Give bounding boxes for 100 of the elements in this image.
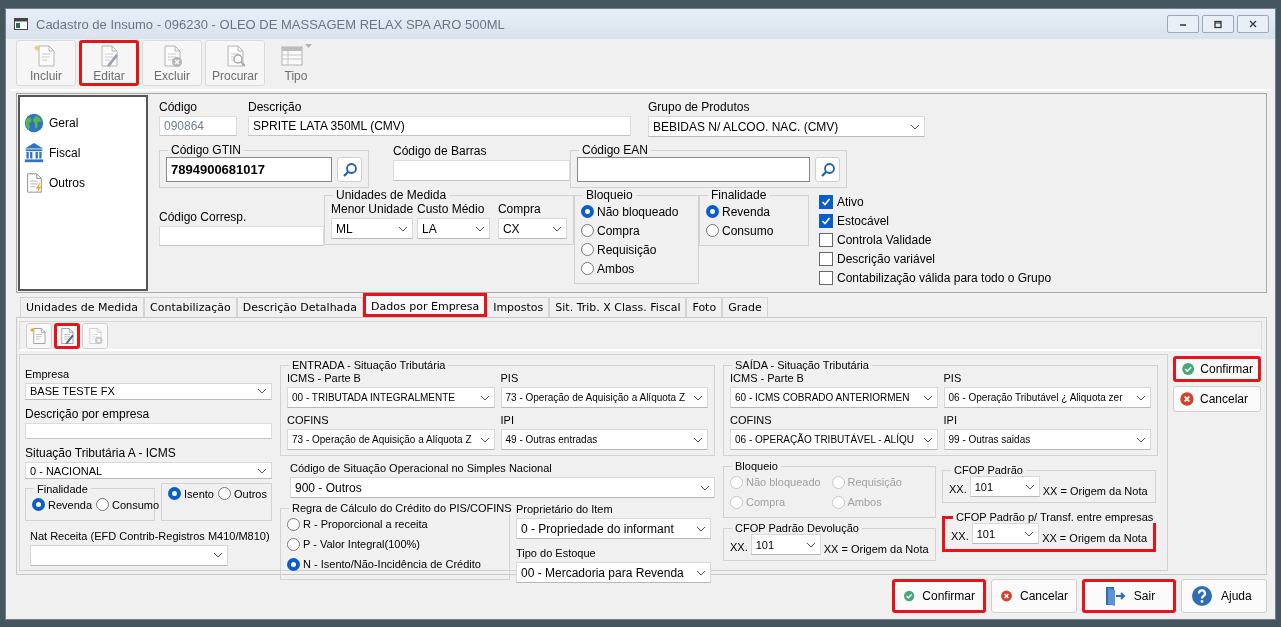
button[interactable]: Cancelar — [991, 579, 1077, 613]
checkbox[interactable]: Contabilização válida para todo o Grupo — [819, 268, 1052, 287]
dropdown[interactable]: 49 - Outras entradas — [500, 429, 708, 450]
checkmark-icon — [821, 215, 831, 226]
dropdown[interactable]: 101 — [971, 523, 1040, 544]
field-label: Proprietário do Item — [516, 502, 614, 516]
chevron-down-icon — [1024, 530, 1035, 537]
dropdown[interactable]: BEBIDAS N/ ALCOO. NAC. (CMV) — [648, 116, 925, 137]
dropdown[interactable]: 73 - Operação de Aquisição a Alíquota Z — [287, 429, 495, 450]
field-label: Nat Receita (EFD Contrib-Registros M410/M810) — [30, 529, 271, 543]
dropdown[interactable]: 06 - OPERAÇÃO TRIBUTÁVEL - ALÍQU — [730, 429, 938, 450]
tab[interactable]: Sit. Trib. X Class. Fiscal — [549, 297, 687, 317]
radio-button[interactable]: Consumo — [96, 495, 160, 515]
search-icon — [819, 161, 836, 178]
radio-button[interactable]: R - Proporcional a receita — [287, 514, 503, 534]
nav-item[interactable]: Outros — [23, 171, 143, 195]
dropdown[interactable]: 06 - Operação Tributável ¿ Aliquota zer — [943, 387, 1151, 408]
group-title: Código GTIN — [170, 143, 243, 157]
group-title: Finalidade — [710, 188, 768, 202]
radio-button[interactable]: Não bloqueado — [581, 202, 692, 221]
group-title: Bloqueio — [585, 188, 634, 202]
checkbox[interactable]: Ativo — [819, 192, 1052, 211]
note-label: XX = Origem da Nota — [823, 543, 929, 555]
search-button[interactable] — [337, 157, 362, 182]
radio-button[interactable]: P - Valor Integral(100%) — [287, 534, 503, 554]
search-button[interactable] — [815, 157, 840, 182]
dropdown[interactable]: 60 - ICMS COBRADO ANTERIORMEN — [730, 387, 938, 408]
close-icon — [1247, 19, 1259, 29]
search-icon — [341, 161, 358, 178]
field-label: PIS — [500, 371, 520, 385]
tab[interactable]: Dados por Empresa — [363, 293, 488, 317]
dropdown[interactable]: 00 - TRIBUTADA INTEGRALMENTE — [287, 387, 495, 408]
dropdown[interactable]: 73 - Operação de Aquisição a Alíquota Z — [500, 387, 708, 408]
radio-button[interactable]: Isento — [168, 484, 214, 504]
checkbox[interactable]: Estocável — [819, 211, 1052, 230]
dropdown[interactable]: ML — [331, 218, 413, 239]
checkbox[interactable]: Controla Validade — [819, 230, 1052, 249]
radio-button[interactable]: Ambos — [581, 259, 692, 278]
caret-icon — [305, 43, 312, 48]
radio-button[interactable]: Compra — [581, 221, 692, 240]
dropdown[interactable]: 0 - Propriedade do informant — [516, 518, 711, 539]
dropdown[interactable]: 101 — [969, 476, 1040, 497]
chevron-down-icon — [213, 552, 223, 559]
chevron-down-icon — [693, 436, 703, 443]
tab[interactable]: Grade — [722, 297, 768, 317]
radio-button[interactable]: Requisição — [581, 240, 692, 259]
window-title: Cadastro de Insumo - 096230 - OLEO DE MASSAGEM RELAX SPA ARO 500ML — [36, 16, 506, 32]
tab[interactable]: Impostos — [487, 297, 550, 317]
group-title: Finalidade — [36, 483, 89, 495]
field-label: ICMS - Parte B — [730, 371, 805, 385]
dropdown[interactable]: 900 - Outros — [290, 477, 715, 498]
chevron-down-icon — [693, 394, 703, 401]
input-field[interactable]: SPRITE LATA 350ML (CMV) — [248, 116, 631, 136]
button[interactable]: Ajuda — [1181, 579, 1267, 613]
dropdown[interactable] — [30, 545, 228, 566]
radio-button[interactable]: Outros — [217, 484, 267, 504]
nav-item[interactable]: Geral — [23, 111, 143, 135]
radio-button[interactable]: N - Isento/Não-Incidência de Crédito — [287, 554, 503, 574]
chevron-down-icon — [805, 541, 816, 548]
nav-item[interactable]: Fiscal — [23, 141, 143, 165]
dropdown[interactable]: 101 — [750, 534, 821, 555]
button[interactable]: Cancelar — [1173, 386, 1261, 412]
chevron-down-icon — [696, 569, 706, 576]
close-button[interactable] — [1237, 15, 1269, 33]
dropdown[interactable]: CX — [497, 218, 567, 239]
radio-button[interactable]: Consumo — [706, 221, 802, 240]
chevron-down-icon — [910, 123, 920, 130]
field-label: ICMS - Parte B — [287, 371, 362, 385]
group-title: CFOP Padrão p/ Transf. entre empresas — [955, 511, 1155, 523]
chevron-down-icon — [1136, 436, 1146, 443]
dropdown[interactable]: 99 - Outras saidas — [943, 429, 1151, 450]
prefix-label: XX. — [730, 541, 748, 555]
field-label: Menor Unidade — [331, 202, 413, 216]
dropdown[interactable]: BASE TESTE FX — [25, 383, 272, 400]
field-label: Código de Situação Operacional no Simples Nacional — [290, 461, 553, 475]
globe-icon — [23, 112, 45, 134]
group-title: Unidades de Medida — [335, 188, 448, 202]
button[interactable]: Confirmar — [892, 579, 986, 613]
dropdown[interactable]: 0 - NACIONAL — [25, 462, 272, 479]
checkbox[interactable]: Descrição variável — [819, 249, 1052, 268]
maximize-button[interactable] — [1202, 15, 1234, 33]
chevron-down-icon — [552, 225, 562, 232]
input-field[interactable] — [577, 157, 810, 182]
tab[interactable]: Descrição Detalhada — [236, 297, 364, 317]
toolbar-button[interactable] — [54, 322, 80, 349]
button[interactable]: Sair — [1082, 579, 1176, 613]
button[interactable]: Confirmar — [1173, 356, 1261, 382]
field-label: Descrição — [248, 100, 303, 114]
field-label: COFINS — [287, 413, 330, 427]
tab[interactable]: Foto — [686, 297, 723, 317]
dropdown[interactable]: LA — [417, 218, 490, 239]
radio-button[interactable]: Revenda — [32, 495, 93, 515]
field-label: PIS — [943, 371, 963, 385]
dropdown[interactable]: 00 - Mercadoria para Revenda — [516, 562, 711, 583]
radio-button[interactable]: Revenda — [706, 202, 802, 221]
prefix-label: XX. — [949, 483, 967, 497]
chevron-down-icon — [696, 525, 706, 532]
input-field[interactable]: 7894900681017 — [166, 157, 332, 182]
tab[interactable]: Unidades de Medida — [20, 297, 145, 317]
tab[interactable]: Contabilização — [144, 297, 237, 317]
